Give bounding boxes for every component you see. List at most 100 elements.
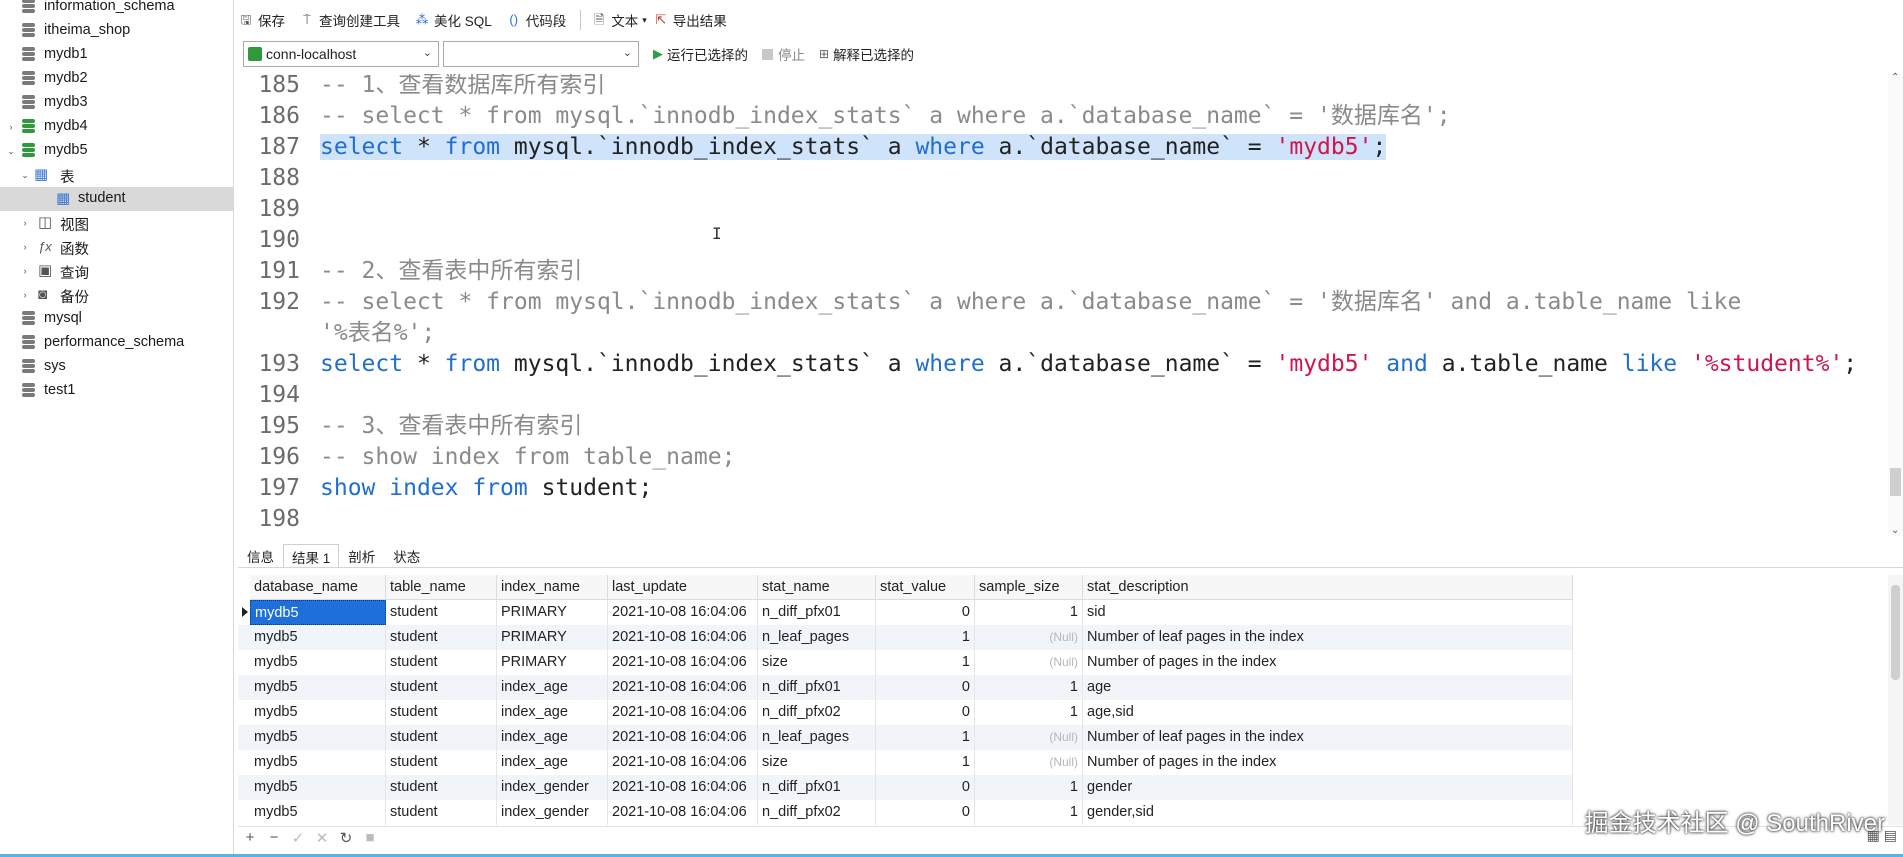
table-row[interactable]: mydb5studentindex_age2021-10-08 16:04:06… [238,700,1573,725]
table-row[interactable]: mydb5studentindex_age2021-10-08 16:04:06… [238,675,1573,700]
table-cell[interactable]: (Null) [975,750,1083,775]
table-cell[interactable]: age,sid [1083,700,1573,725]
chevron-right-icon[interactable]: › [6,122,16,132]
table-cell[interactable]: student [386,750,497,775]
code-line[interactable]: 187select * from mysql.`innodb_index_sta… [238,132,1888,163]
sql-editor[interactable]: 185-- 1、查看数据库所有索引186-- select * from mys… [238,74,1888,536]
table-cell[interactable]: Number of pages in the index [1083,750,1573,775]
result-tab[interactable]: 剖析 [339,544,384,568]
table-cell[interactable]: index_age [497,750,608,775]
delete-record-icon[interactable]: − [262,829,286,846]
sidebar-item[interactable]: ›▣查询 [0,259,234,283]
result-tab[interactable]: 信息 [238,544,283,568]
table-cell[interactable]: mydb5 [250,625,386,650]
chevron-right-icon[interactable]: › [20,242,30,252]
table-cell[interactable]: 0 [876,800,975,825]
column-header[interactable]: stat_name [758,575,876,600]
save-button[interactable]: 🖫 保存 [238,10,285,30]
table-cell[interactable]: student [386,625,497,650]
database-select[interactable]: ⌄ [443,41,639,67]
table-cell[interactable]: 2021-10-08 16:04:06 [608,750,758,775]
code-line[interactable]: 192-- select * from mysql.`innodb_index_… [238,287,1888,318]
table-cell[interactable]: student [386,675,497,700]
result-grid[interactable]: database_nametable_nameindex_namelast_up… [238,575,1888,825]
table-cell[interactable]: n_diff_pfx02 [758,800,876,825]
table-cell[interactable]: 2021-10-08 16:04:06 [608,625,758,650]
table-cell[interactable]: 0 [876,775,975,800]
table-cell[interactable]: mydb5 [250,775,386,800]
table-cell[interactable]: n_diff_pfx02 [758,700,876,725]
table-cell[interactable]: 1 [975,675,1083,700]
sidebar-item[interactable]: mysql [0,307,234,331]
table-cell[interactable]: 1 [975,800,1083,825]
result-tab[interactable]: 状态 [384,544,429,568]
column-header[interactable]: index_name [497,575,608,600]
sidebar-item[interactable]: information_schema [0,0,234,19]
table-row[interactable]: mydb5studentindex_age2021-10-08 16:04:06… [238,750,1573,775]
code-snippet-button[interactable]: () 代码段 [506,10,567,30]
table-cell[interactable]: sid [1083,600,1573,625]
table-cell[interactable]: 2021-10-08 16:04:06 [608,600,758,625]
table-cell[interactable]: gender [1083,775,1573,800]
discard-changes-icon[interactable]: ✕ [310,829,334,847]
sidebar-item[interactable]: ›◫视图 [0,211,234,235]
table-cell[interactable]: mydb5 [250,650,386,675]
table-cell[interactable]: student [386,775,497,800]
table-cell[interactable]: 1 [876,650,975,675]
table-row[interactable]: mydb5studentindex_age2021-10-08 16:04:06… [238,725,1573,750]
result-tab[interactable]: 结果 1 [283,544,339,568]
explain-selected-button[interactable]: ⊞ 解释已选择的 [819,44,914,64]
table-row[interactable]: mydb5studentPRIMARY2021-10-08 16:04:06n_… [238,600,1573,625]
code-line[interactable]: 194 [238,380,1888,411]
table-cell[interactable]: PRIMARY [497,625,608,650]
table-cell[interactable]: mydb5 [250,675,386,700]
chevron-down-icon[interactable]: ⌄ [20,170,30,180]
table-cell[interactable]: 2021-10-08 16:04:06 [608,800,758,825]
table-cell[interactable]: 2021-10-08 16:04:06 [608,775,758,800]
code-line[interactable]: 196-- show index from table_name; [238,442,1888,473]
refresh-icon[interactable]: ↻ [334,829,358,847]
table-cell[interactable]: 1 [876,725,975,750]
sidebar-item[interactable]: ›◙备份 [0,283,234,307]
table-cell[interactable]: size [758,650,876,675]
apply-changes-icon[interactable]: ✓ [286,829,310,847]
table-cell[interactable]: 1 [975,775,1083,800]
sidebar-item[interactable]: ›ƒx函数 [0,235,234,259]
table-cell[interactable]: mydb5 [250,800,386,825]
code-line[interactable]: 188 [238,163,1888,194]
query-builder-button[interactable]: ⍑ 查询创建工具 [299,10,400,30]
sidebar-item[interactable]: test1 [0,379,234,403]
table-cell[interactable]: student [386,600,497,625]
table-row[interactable]: mydb5studentindex_gender2021-10-08 16:04… [238,775,1573,800]
table-row[interactable]: mydb5studentPRIMARY2021-10-08 16:04:06n_… [238,625,1573,650]
chevron-right-icon[interactable]: › [20,218,30,228]
grid-scroll-thumb[interactable] [1891,585,1900,680]
table-cell[interactable]: 0 [876,600,975,625]
code-line[interactable]: 193select * from mysql.`innodb_index_sta… [238,349,1888,380]
table-cell[interactable]: Number of pages in the index [1083,650,1573,675]
chevron-right-icon[interactable]: › [20,290,30,300]
sidebar-item[interactable]: ▦student [0,187,234,211]
run-selected-button[interactable]: ▶ 运行已选择的 [653,44,748,64]
sidebar-item[interactable]: mydb2 [0,67,234,91]
table-cell[interactable]: 2021-10-08 16:04:06 [608,725,758,750]
table-cell[interactable]: mydb5 [250,600,386,625]
table-cell[interactable]: 1 [975,700,1083,725]
code-line[interactable]: 198 [238,504,1888,535]
code-line[interactable]: 186-- select * from mysql.`innodb_index_… [238,101,1888,132]
code-line[interactable]: 189 [238,194,1888,225]
chevron-down-icon[interactable]: ⌄ [6,146,16,156]
chevron-down-icon[interactable]: ▾ [642,15,647,26]
table-cell[interactable]: student [386,700,497,725]
table-cell[interactable]: gender,sid [1083,800,1573,825]
table-cell[interactable]: 1 [876,750,975,775]
table-cell[interactable]: PRIMARY [497,650,608,675]
code-line[interactable]: 185-- 1、查看数据库所有索引 [238,74,1888,101]
stop-button[interactable]: 停止 [762,44,805,64]
table-cell[interactable]: student [386,650,497,675]
table-cell[interactable]: n_diff_pfx01 [758,675,876,700]
table-cell[interactable]: (Null) [975,625,1083,650]
sidebar-item[interactable]: performance_schema [0,331,234,355]
code-line[interactable]: 191-- 2、查看表中所有索引 [238,256,1888,287]
table-cell[interactable]: 2021-10-08 16:04:06 [608,650,758,675]
